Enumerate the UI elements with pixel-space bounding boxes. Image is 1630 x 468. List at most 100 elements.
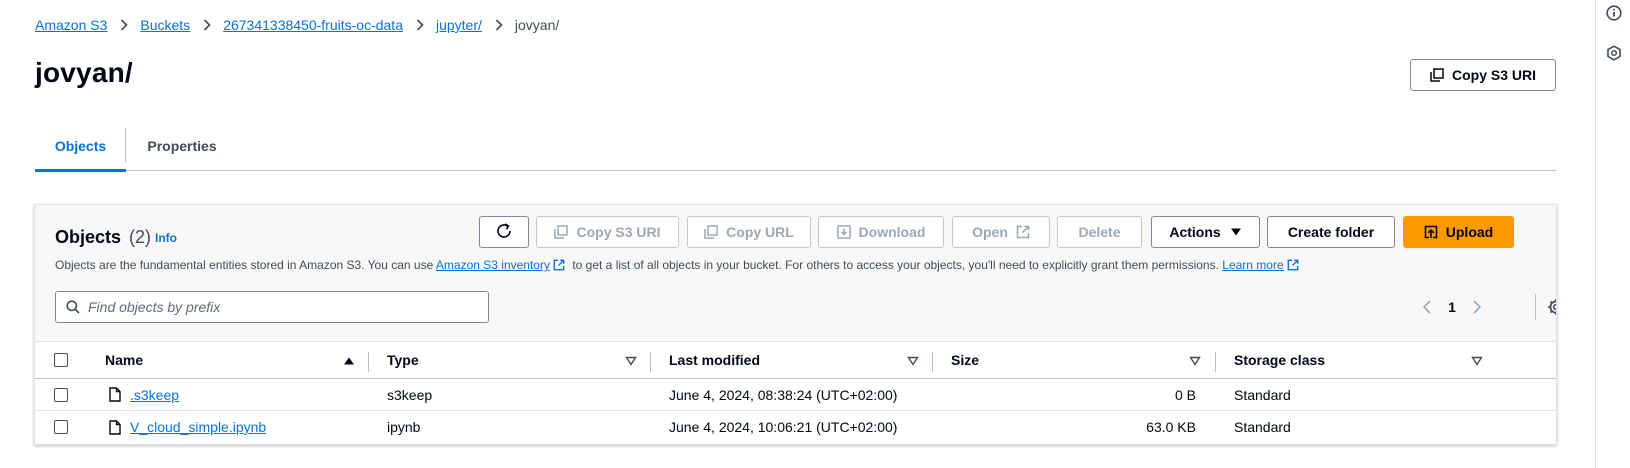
column-header-name[interactable]: Name <box>105 342 143 378</box>
row-select-cell <box>54 411 68 443</box>
actions-label: Actions <box>1169 224 1221 240</box>
breadcrumb-jupyter[interactable]: jupyter/ <box>436 17 482 33</box>
row-checkbox[interactable] <box>54 420 68 434</box>
next-page-icon[interactable] <box>1467 300 1487 314</box>
open-label: Open <box>972 224 1008 240</box>
description-text-1: Objects are the fundamental entities sto… <box>55 258 434 272</box>
chevron-right-icon <box>416 19 424 31</box>
breadcrumb-bucket[interactable]: 267341338450-fruits-oc-data <box>223 17 403 33</box>
chevron-right-icon <box>495 19 503 31</box>
file-icon <box>109 419 121 435</box>
refresh-icon <box>495 222 513 243</box>
objects-count: (2) <box>129 227 152 247</box>
objects-container: Objects (2) Info Copy S3 URI Copy URL Do… <box>34 204 1557 445</box>
caret-down-icon <box>1230 227 1242 237</box>
objects-description: Objects are the fundamental entities sto… <box>55 257 1303 275</box>
row-checkbox[interactable] <box>54 387 68 402</box>
download-label: Download <box>858 224 926 240</box>
delete-button[interactable]: Delete <box>1057 216 1142 248</box>
upload-button[interactable]: Upload <box>1403 216 1514 248</box>
chevron-right-icon <box>203 19 211 31</box>
sort-icon[interactable] <box>907 356 919 366</box>
sort-icon[interactable] <box>1471 356 1483 366</box>
tab-bar: Objects Properties <box>35 122 1556 172</box>
info-link[interactable]: Info <box>155 231 177 245</box>
select-all-cell <box>54 342 68 378</box>
column-header-type[interactable]: Type <box>387 342 419 378</box>
search-input[interactable] <box>88 299 468 315</box>
copy-url-button[interactable]: Copy URL <box>687 216 811 248</box>
external-link-icon <box>1016 225 1030 239</box>
download-icon <box>836 225 851 239</box>
column-divider[interactable] <box>932 352 933 372</box>
breadcrumb-amazon-s3[interactable]: Amazon S3 <box>35 17 107 33</box>
row-select-cell <box>54 379 68 410</box>
column-header-last-modified[interactable]: Last modified <box>669 342 760 378</box>
copy-s3-uri-label: Copy S3 URI <box>1451 67 1536 83</box>
external-link-icon <box>553 259 565 275</box>
external-link-icon <box>1287 259 1299 275</box>
sort-icon[interactable] <box>1189 356 1201 366</box>
object-name-link[interactable]: V_cloud_simple.ipynb <box>130 419 266 435</box>
column-header-storage-class[interactable]: Storage class <box>1234 342 1325 378</box>
create-folder-button[interactable]: Create folder <box>1267 216 1395 248</box>
open-button[interactable]: Open <box>952 216 1050 248</box>
type-cell: ipynb <box>387 419 421 435</box>
info-icon[interactable] <box>1605 4 1623 22</box>
copy-icon <box>554 225 569 239</box>
upload-icon <box>1424 225 1438 239</box>
breadcrumb-current: jovyan/ <box>514 17 560 33</box>
refresh-button[interactable] <box>479 216 529 248</box>
column-divider[interactable] <box>1215 352 1216 372</box>
last-modified-cell: June 4, 2024, 08:38:24 (UTC+02:00) <box>669 386 898 403</box>
object-name-link[interactable]: .s3keep <box>130 387 179 403</box>
tab-properties[interactable]: Properties <box>126 122 238 170</box>
objects-header: Objects (2) Info Copy S3 URI Copy URL Do… <box>35 205 1556 341</box>
inventory-link[interactable]: Amazon S3 inventory <box>436 258 550 272</box>
copy-url-label: Copy URL <box>726 224 794 240</box>
name-cell: V_cloud_simple.ipynb <box>109 411 266 443</box>
download-button[interactable]: Download <box>818 216 944 248</box>
table-header-row: Name Type Last modified Size Storage cla… <box>35 341 1556 379</box>
tools-rail <box>1595 0 1630 468</box>
table-row[interactable]: V_cloud_simple.ipynb ipynb June 4, 2024,… <box>35 411 1556 443</box>
column-header-size[interactable]: Size <box>951 342 979 378</box>
create-folder-label: Create folder <box>1287 224 1375 240</box>
delete-label: Delete <box>1078 224 1121 240</box>
previous-page-icon[interactable] <box>1417 300 1437 314</box>
search-field[interactable] <box>55 291 489 323</box>
column-divider[interactable] <box>368 352 369 372</box>
hexagon-icon[interactable] <box>1605 44 1623 62</box>
breadcrumb: Amazon S3 Buckets 267341338450-fruits-oc… <box>35 15 559 35</box>
copy-s3-uri-button[interactable]: Copy S3 URI <box>1410 59 1556 91</box>
s3-console-page: Amazon S3 Buckets 267341338450-fruits-oc… <box>0 0 1595 468</box>
actions-dropdown[interactable]: Actions <box>1151 216 1260 248</box>
sort-icon[interactable] <box>625 356 637 366</box>
column-divider[interactable] <box>650 352 651 372</box>
storage-class-cell: Standard <box>1234 419 1291 435</box>
pagination: 1 <box>1417 294 1487 320</box>
table-row[interactable]: .s3keep s3keep June 4, 2024, 08:38:24 (U… <box>35 379 1556 411</box>
learn-more-link[interactable]: Learn more <box>1222 258 1283 272</box>
objects-heading-text: Objects <box>55 227 122 247</box>
select-all-checkbox[interactable] <box>54 353 68 367</box>
tab-objects[interactable]: Objects <box>35 122 126 172</box>
toolbar-copy-s3-uri-button[interactable]: Copy S3 URI <box>536 216 679 248</box>
sort-ascending-icon[interactable] <box>343 356 355 366</box>
name-cell: .s3keep <box>109 379 179 410</box>
upload-label: Upload <box>1445 224 1494 240</box>
copy-icon <box>1430 68 1444 82</box>
gear-icon[interactable] <box>1546 297 1556 317</box>
description-text-2: to get a list of all objects in your buc… <box>572 258 1219 272</box>
size-cell: 0 B <box>1174 386 1196 403</box>
storage-class-cell: Standard <box>1234 386 1291 403</box>
chevron-right-icon <box>120 19 129 31</box>
page-title: jovyan/ <box>35 57 133 88</box>
page-number[interactable]: 1 <box>1437 299 1467 315</box>
type-cell: s3keep <box>387 386 433 403</box>
pagination-divider <box>1535 294 1536 320</box>
copy-s3-uri-label: Copy S3 URI <box>576 224 661 240</box>
last-modified-cell: June 4, 2024, 10:06:21 (UTC+02:00) <box>669 419 898 435</box>
size-cell: 63.0 KB <box>1146 419 1196 435</box>
breadcrumb-buckets[interactable]: Buckets <box>140 17 190 33</box>
